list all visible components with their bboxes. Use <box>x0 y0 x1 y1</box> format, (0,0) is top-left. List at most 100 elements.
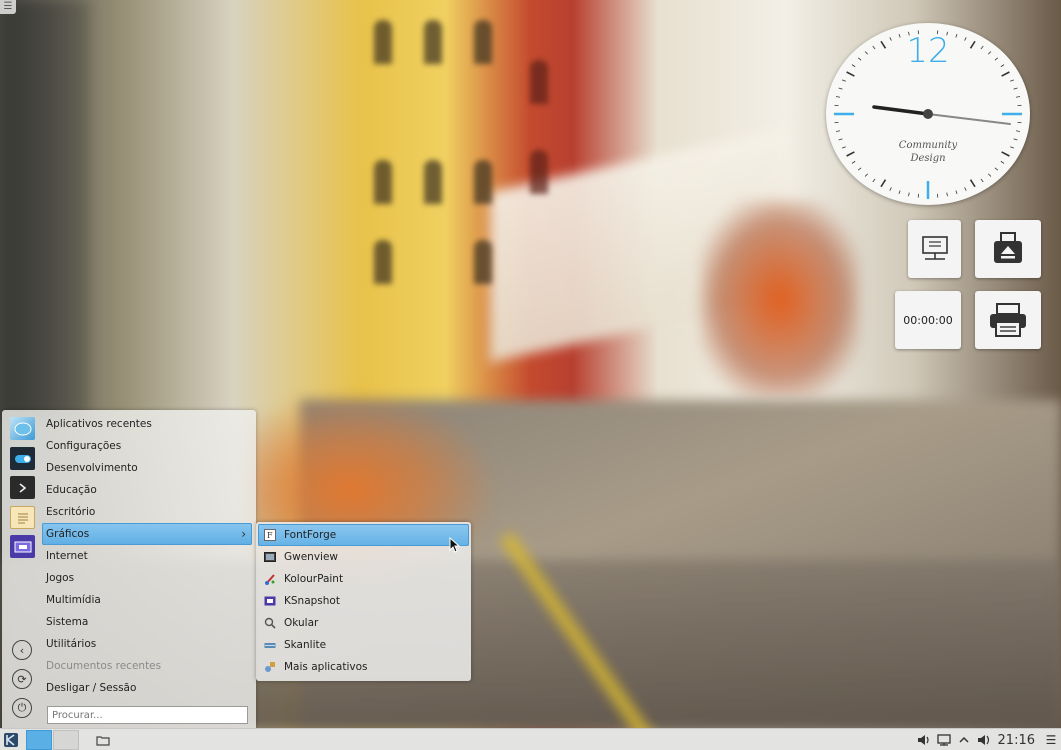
application-launcher-button[interactable] <box>2 731 20 749</box>
taskbar-clock[interactable]: 21:16 <box>994 733 1041 748</box>
timer-widget[interactable]: 00:00:00 <box>895 291 961 349</box>
launcher-power-button[interactable]: ⏻ <box>12 698 32 718</box>
favorite-app-ksnapshot-icon[interactable] <box>10 535 35 558</box>
favorite-app-document-icon[interactable] <box>10 506 35 529</box>
printer-icon <box>990 303 1026 337</box>
clock-tick <box>946 192 948 197</box>
network-monitor-widget[interactable] <box>908 220 961 278</box>
category-recent-documents[interactable]: Documentos recentes <box>42 655 252 677</box>
clock-tick <box>1013 87 1018 90</box>
clock-tick <box>864 173 869 177</box>
clock-hour-hand <box>872 105 930 116</box>
clock-tick <box>889 187 892 191</box>
category-settings[interactable]: Configurações <box>42 435 252 457</box>
app-ksnapshot[interactable]: KSnapshot <box>258 590 469 612</box>
category-development[interactable]: Desenvolvimento <box>42 457 252 479</box>
launcher-search-input[interactable] <box>47 706 248 724</box>
favorite-app-globe-icon[interactable] <box>10 417 35 440</box>
app-kolourpaint[interactable]: KolourPaint <box>258 568 469 590</box>
refresh-icon: ⟳ <box>17 672 27 686</box>
hamburger-icon: ☰ <box>3 1 13 12</box>
printer-widget[interactable] <box>975 291 1041 349</box>
clock-tick <box>955 190 958 195</box>
launcher-sidebar: ‹ ⟳ ⏻ <box>2 410 42 728</box>
hamburger-icon: ☰ <box>1045 733 1057 747</box>
favorite-app-settings-icon[interactable] <box>10 447 35 470</box>
more-apps-icon <box>265 662 275 672</box>
app-gwenview[interactable]: Gwenview <box>258 546 469 568</box>
tray-audio-button[interactable] <box>974 729 994 750</box>
clock-tick <box>835 130 841 132</box>
panel-menu-button[interactable]: ☰ <box>1041 729 1061 750</box>
back-arrow-icon: ‹ <box>19 643 25 657</box>
clock-twelve-label: 12 <box>906 31 950 71</box>
pager-desktop-1[interactable] <box>26 730 52 750</box>
pager-desktop-2[interactable] <box>53 730 79 750</box>
category-internet[interactable]: Internet <box>42 545 252 567</box>
tray-network-button[interactable] <box>934 729 954 750</box>
clock-tick <box>835 96 841 98</box>
app-skanlite[interactable]: Skanlite <box>258 634 469 656</box>
tray-volume-button[interactable] <box>914 729 934 750</box>
clock-tick <box>987 173 992 177</box>
clock-tick <box>1001 71 1010 77</box>
category-utilities[interactable]: Utilitários <box>42 633 252 655</box>
clock-tick <box>857 167 862 171</box>
speaker-icon <box>977 735 989 745</box>
clock-tick <box>1015 130 1021 132</box>
clock-tick <box>908 192 910 197</box>
app-okular[interactable]: Okular <box>258 612 469 634</box>
clock-tick <box>838 87 843 90</box>
network-monitor-icon <box>921 236 948 260</box>
clock-tick <box>872 178 876 183</box>
clock-tick <box>1015 96 1021 98</box>
category-education[interactable]: Educação <box>42 479 252 501</box>
category-multimedia[interactable]: Multimídia <box>42 589 252 611</box>
app-fontforge[interactable]: F FontForge <box>258 524 469 546</box>
clock-tick <box>880 179 887 188</box>
category-graphics[interactable]: Gráficos › <box>42 523 252 545</box>
clock-tick <box>846 71 855 77</box>
taskbar-folder-icon[interactable] <box>96 733 110 747</box>
app-more-applications[interactable]: Mais aplicativos <box>258 656 469 678</box>
clock-tick <box>980 178 984 183</box>
fontforge-icon: F <box>264 529 276 541</box>
taskbar-panel: 21:16 ☰ <box>0 728 1061 750</box>
okular-icon <box>264 617 276 629</box>
analog-clock-widget[interactable]: 12 Community Design <box>826 23 1030 205</box>
volume-icon <box>917 735 929 745</box>
power-icon: ⏻ <box>17 701 27 714</box>
timer-display: 00:00:00 <box>903 313 953 327</box>
ksnapshot-icon <box>264 596 276 606</box>
clock-tick <box>969 179 976 188</box>
mouse-cursor-icon <box>449 537 461 553</box>
launcher-switch-user-button[interactable]: ⟳ <box>12 669 32 689</box>
application-launcher-menu: ‹ ⟳ ⏻ Aplicativos recentes Configurações… <box>2 410 256 728</box>
network-icon <box>936 734 951 746</box>
device-notifier-widget[interactable] <box>975 220 1041 278</box>
category-system[interactable]: Sistema <box>42 611 252 633</box>
device-eject-icon <box>994 232 1022 263</box>
clock-tick <box>1010 79 1015 82</box>
favorite-app-terminal-icon[interactable] <box>10 476 35 499</box>
clock-tick <box>898 190 901 195</box>
category-recent-apps[interactable]: Aplicativos recentes <box>42 413 252 435</box>
graphics-submenu: F FontForge Gwenview KolourPaint KSnapsh… <box>256 522 471 681</box>
launcher-back-button[interactable]: ‹ <box>12 640 32 660</box>
gwenview-icon <box>264 552 276 562</box>
category-office[interactable]: Escritório <box>42 501 252 523</box>
clock-tick <box>994 167 999 171</box>
category-games[interactable]: Jogos <box>42 567 252 589</box>
svg-text:F: F <box>267 531 273 540</box>
kolourpaint-icon <box>265 574 275 585</box>
chevron-right-icon: › <box>241 527 246 541</box>
clock-tick <box>841 79 846 82</box>
chevron-up-icon <box>959 736 969 743</box>
system-tray: 21:16 ☰ <box>914 729 1061 750</box>
category-leave-session[interactable]: Desligar / Sessão <box>42 677 252 699</box>
skanlite-icon <box>264 643 276 648</box>
desktop-toolbox-button[interactable]: ☰ <box>0 0 16 14</box>
clock-brand-label: Community Design <box>898 140 958 164</box>
tray-expand-button[interactable] <box>954 729 974 750</box>
launcher-category-list: Aplicativos recentes Configurações Desen… <box>42 413 252 699</box>
